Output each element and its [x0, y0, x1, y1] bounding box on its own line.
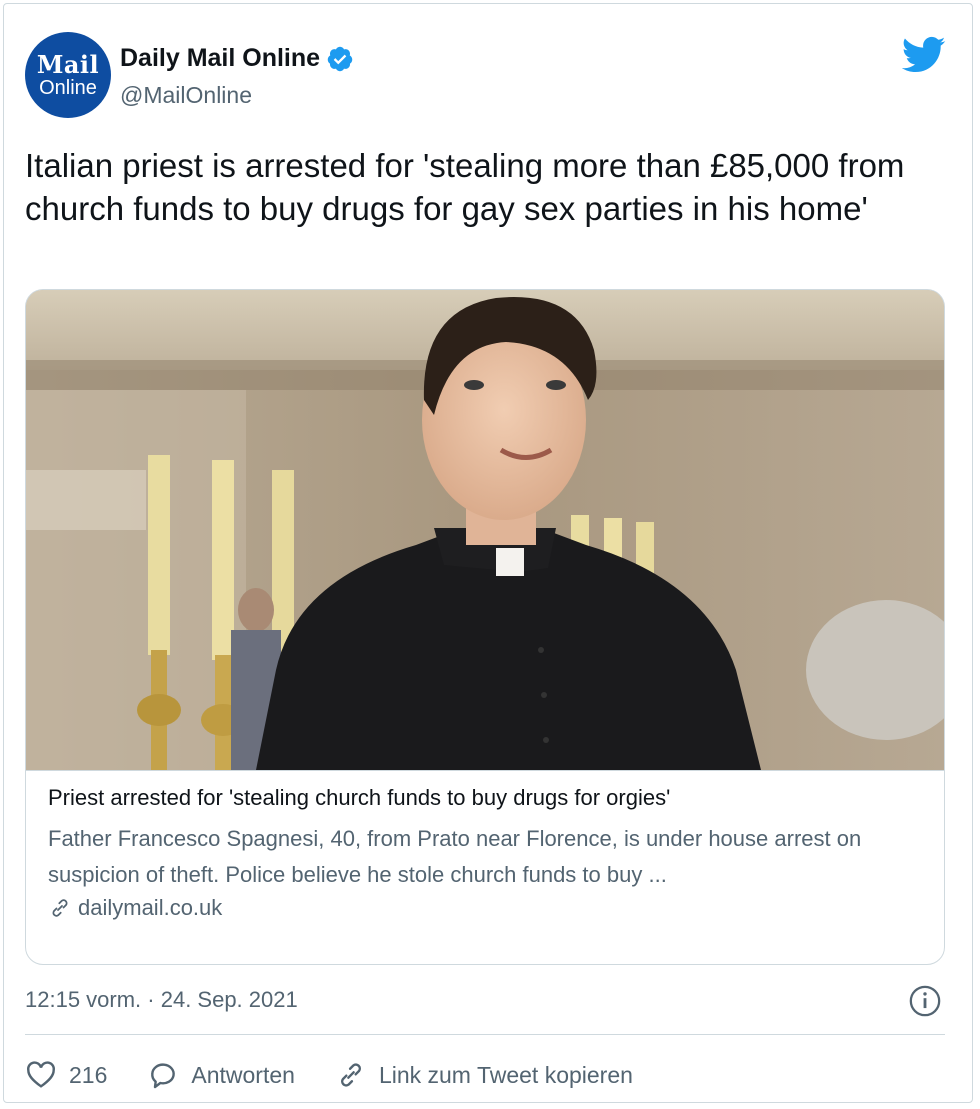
verified-icon [327, 46, 353, 71]
divider [25, 1034, 945, 1035]
reply-icon [151, 1063, 176, 1089]
account-name[interactable]: Daily Mail Online [120, 44, 320, 73]
copy-link-label: Link zum Tweet kopieren [378, 1061, 633, 1088]
copy-link-button[interactable]: Link zum Tweet kopieren [335, 1059, 633, 1091]
avatar[interactable]: Mail Online [25, 32, 111, 118]
account-handle[interactable]: @MailOnline [120, 82, 252, 109]
link-icon [52, 899, 68, 917]
card-body[interactable]: Priest arrested for 'stealing church fun… [26, 770, 944, 920]
heart-icon [27, 1061, 55, 1088]
card-title[interactable]: Priest arrested for 'stealing church fun… [48, 785, 670, 811]
action-bar: 216 Antworten Link zum Tweet kopieren [25, 1056, 673, 1094]
reply-button[interactable]: Antworten [147, 1059, 295, 1091]
twitter-bird-icon[interactable] [902, 36, 946, 74]
card-image[interactable] [26, 290, 944, 770]
like-count: 216 [69, 1061, 108, 1088]
link-card[interactable]: Priest arrested for 'stealing church fun… [25, 289, 945, 965]
tweet-timestamp[interactable]: 12:15 vorm. · 24. Sep. 2021 [25, 987, 298, 1013]
tweet-embed[interactable]: Mail Online Daily Mail Online @MailOnlin… [3, 3, 973, 1103]
like-button[interactable]: 216 [25, 1059, 107, 1091]
account-name-row[interactable]: Daily Mail Online [120, 44, 354, 73]
copy-link-icon [340, 1063, 361, 1087]
info-icon[interactable] [908, 984, 942, 1018]
avatar-line2: Online [39, 76, 97, 99]
card-description: Father Francesco Spagnesi, 40, from Prat… [48, 826, 862, 887]
card-domain-text: dailymail.co.uk [78, 895, 223, 920]
reply-label: Antworten [191, 1061, 295, 1088]
card-domain[interactable]: dailymail.co.uk [48, 895, 222, 921]
avatar-line1: Mail [36, 49, 100, 79]
tweet-text: Italian priest is arrested for 'stealing… [25, 147, 905, 227]
